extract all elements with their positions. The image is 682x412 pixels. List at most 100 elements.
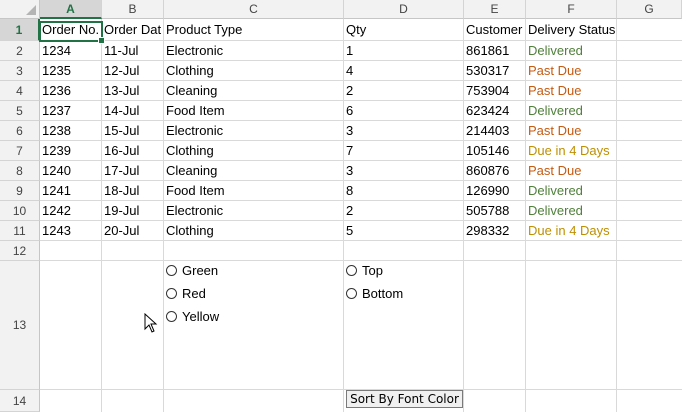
- row-header-14[interactable]: 14: [0, 390, 40, 412]
- header-cell-b[interactable]: Order Dat: [102, 20, 163, 40]
- row-header-4[interactable]: 4: [0, 81, 40, 101]
- row-header-7[interactable]: 7: [0, 141, 40, 161]
- table-cell[interactable]: Clothing: [164, 141, 343, 161]
- table-cell[interactable]: 860876: [464, 161, 525, 181]
- table-cell[interactable]: 530317: [464, 61, 525, 81]
- table-cell[interactable]: 2: [344, 81, 463, 101]
- row-header-13[interactable]: 13: [0, 261, 40, 390]
- table-cell[interactable]: 2: [344, 201, 463, 221]
- table-cell[interactable]: 15-Jul: [102, 121, 163, 141]
- column-header-b[interactable]: B: [102, 0, 164, 19]
- row-header-9[interactable]: 9: [0, 181, 40, 201]
- radio-yellow[interactable]: Yellow: [166, 309, 219, 324]
- table-cell[interactable]: Electronic: [164, 121, 343, 141]
- table-cell[interactable]: 14-Jul: [102, 101, 163, 121]
- table-cell[interactable]: 8: [344, 181, 463, 201]
- table-cell[interactable]: Due in 4 Days: [526, 221, 616, 241]
- row-header-11[interactable]: 11: [0, 221, 40, 241]
- table-cell[interactable]: Delivered: [526, 41, 616, 61]
- table-cell[interactable]: Electronic: [164, 41, 343, 61]
- table-cell[interactable]: Electronic: [164, 201, 343, 221]
- table-cell[interactable]: 1239: [40, 141, 101, 161]
- table-cell[interactable]: 17-Jul: [102, 161, 163, 181]
- table-cell[interactable]: 753904: [464, 81, 525, 101]
- row-header-6[interactable]: 6: [0, 121, 40, 141]
- table-cell[interactable]: 5: [344, 221, 463, 241]
- table-cell[interactable]: 298332: [464, 221, 525, 241]
- table-cell[interactable]: 1234: [40, 41, 101, 61]
- row-header-10[interactable]: 10: [0, 201, 40, 221]
- table-cell[interactable]: 11-Jul: [102, 41, 163, 61]
- table-cell[interactable]: 1: [344, 41, 463, 61]
- table-cell[interactable]: Food Item: [164, 101, 343, 121]
- spreadsheet[interactable]: A B C D E F G 1 2 3 4 5 6 7 8 9 10 11 12 13 14 Order No. Order…: [0, 0, 682, 412]
- table-cell[interactable]: Food Item: [164, 181, 343, 201]
- column-header-e[interactable]: E: [464, 0, 526, 19]
- column-header-a[interactable]: A: [40, 0, 102, 19]
- radio-red[interactable]: Red: [166, 286, 206, 301]
- radio-bottom[interactable]: Bottom: [346, 286, 403, 301]
- table-cell[interactable]: 13-Jul: [102, 81, 163, 101]
- header-cell-e[interactable]: Customer: [464, 20, 525, 40]
- table-cell[interactable]: Clothing: [164, 221, 343, 241]
- radio-circle-icon[interactable]: [346, 265, 357, 276]
- table-cell[interactable]: 214403: [464, 121, 525, 141]
- table-cell[interactable]: 19-Jul: [102, 201, 163, 221]
- table-cell[interactable]: 623424: [464, 101, 525, 121]
- radio-label: Top: [362, 263, 383, 278]
- table-cell[interactable]: 3: [344, 161, 463, 181]
- column-header-c[interactable]: C: [164, 0, 344, 19]
- header-cell-f[interactable]: Delivery Status: [526, 20, 616, 40]
- header-cell-d[interactable]: Qty: [344, 20, 463, 40]
- table-cell[interactable]: 4: [344, 61, 463, 81]
- sort-by-font-color-button[interactable]: Sort By Font Color: [346, 390, 463, 408]
- table-cell[interactable]: 1235: [40, 61, 101, 81]
- table-cell[interactable]: 12-Jul: [102, 61, 163, 81]
- table-cell[interactable]: Delivered: [526, 181, 616, 201]
- table-cell[interactable]: 1238: [40, 121, 101, 141]
- table-cell[interactable]: 1236: [40, 81, 101, 101]
- table-cell[interactable]: 7: [344, 141, 463, 161]
- table-cell[interactable]: 505788: [464, 201, 525, 221]
- column-header-d[interactable]: D: [344, 0, 464, 19]
- table-cell[interactable]: 6: [344, 101, 463, 121]
- table-cell[interactable]: 1237: [40, 101, 101, 121]
- table-cell[interactable]: Clothing: [164, 61, 343, 81]
- table-cell[interactable]: 16-Jul: [102, 141, 163, 161]
- row-header-3[interactable]: 3: [0, 61, 40, 81]
- row-header-5[interactable]: 5: [0, 101, 40, 121]
- table-cell[interactable]: 1243: [40, 221, 101, 241]
- table-cell[interactable]: Delivered: [526, 101, 616, 121]
- select-all-corner[interactable]: [0, 0, 40, 19]
- table-cell[interactable]: Past Due: [526, 61, 616, 81]
- radio-circle-icon[interactable]: [166, 311, 177, 322]
- table-cell[interactable]: 20-Jul: [102, 221, 163, 241]
- table-cell[interactable]: 1241: [40, 181, 101, 201]
- table-cell[interactable]: Past Due: [526, 161, 616, 181]
- table-cell[interactable]: 18-Jul: [102, 181, 163, 201]
- radio-top[interactable]: Top: [346, 263, 383, 278]
- table-cell[interactable]: Due in 4 Days: [526, 141, 616, 161]
- table-cell[interactable]: Cleaning: [164, 161, 343, 181]
- header-cell-c[interactable]: Product Type: [164, 20, 343, 40]
- table-cell[interactable]: 105146: [464, 141, 525, 161]
- row-header-1[interactable]: 1: [0, 19, 40, 41]
- table-cell[interactable]: 861861: [464, 41, 525, 61]
- table-cell[interactable]: 1240: [40, 161, 101, 181]
- table-cell[interactable]: 126990: [464, 181, 525, 201]
- table-cell[interactable]: Past Due: [526, 121, 616, 141]
- column-header-g[interactable]: G: [617, 0, 682, 19]
- radio-circle-icon[interactable]: [346, 288, 357, 299]
- row-header-8[interactable]: 8: [0, 161, 40, 181]
- radio-circle-icon[interactable]: [166, 265, 177, 276]
- row-header-2[interactable]: 2: [0, 41, 40, 61]
- table-cell[interactable]: 3: [344, 121, 463, 141]
- radio-green[interactable]: Green: [166, 263, 218, 278]
- table-cell[interactable]: 1242: [40, 201, 101, 221]
- table-cell[interactable]: Past Due: [526, 81, 616, 101]
- radio-circle-icon[interactable]: [166, 288, 177, 299]
- table-cell[interactable]: Delivered: [526, 201, 616, 221]
- table-cell[interactable]: Cleaning: [164, 81, 343, 101]
- row-header-12[interactable]: 12: [0, 241, 40, 261]
- column-header-f[interactable]: F: [526, 0, 617, 19]
